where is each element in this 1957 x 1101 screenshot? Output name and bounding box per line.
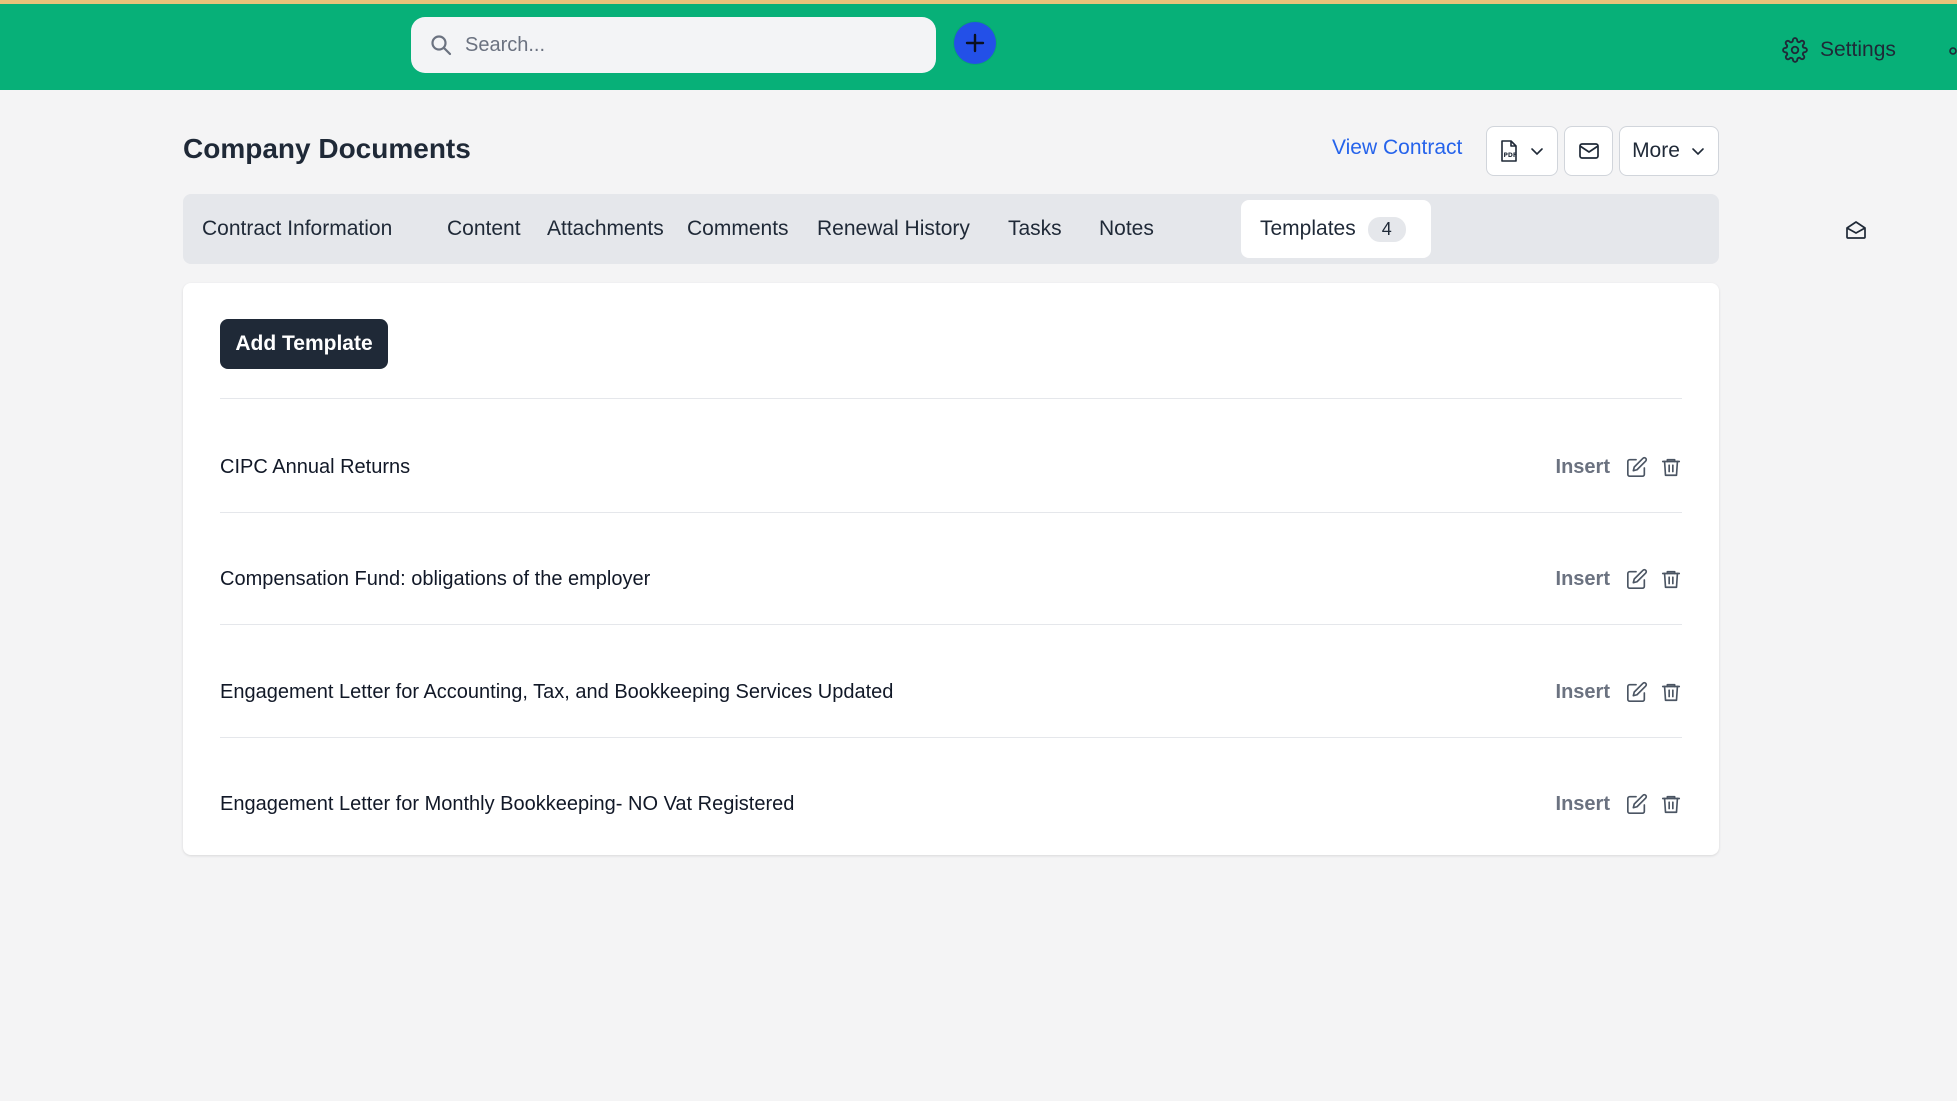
tab-label: Templates	[1260, 217, 1356, 240]
view-contract-link[interactable]: View Contract	[1332, 136, 1462, 160]
plus-icon	[963, 31, 987, 55]
trash-icon[interactable]	[1660, 681, 1682, 703]
templates-panel: Add Template CIPC Annual Returns Insert …	[183, 283, 1719, 855]
row-actions: Insert	[1556, 793, 1682, 816]
svg-text:PDF: PDF	[1504, 152, 1517, 159]
divider	[220, 398, 1682, 399]
search-box[interactable]	[411, 17, 936, 73]
edit-icon[interactable]	[1626, 568, 1648, 590]
pdf-export-dropdown[interactable]: PDF	[1486, 126, 1558, 176]
search-icon	[429, 33, 453, 57]
more-dropdown[interactable]: More	[1619, 126, 1719, 176]
more-label: More	[1632, 139, 1680, 162]
list-item: Engagement Letter for Monthly Bookkeepin…	[220, 748, 1682, 860]
template-title: Compensation Fund: obligations of the em…	[220, 567, 651, 590]
insert-button[interactable]: Insert	[1556, 793, 1610, 816]
tab-templates[interactable]: Templates 4	[1241, 200, 1431, 258]
trash-icon[interactable]	[1660, 793, 1682, 815]
tab-comments[interactable]: Comments	[668, 200, 808, 258]
tab-content[interactable]: Content	[428, 200, 540, 258]
template-title: CIPC Annual Returns	[220, 455, 411, 478]
tab-bar: Contract Information Content Attachments…	[183, 194, 1866, 264]
divider	[220, 737, 1682, 738]
list-item: Engagement Letter for Accounting, Tax, a…	[220, 636, 1682, 748]
partial-icon	[1946, 44, 1957, 58]
top-bar: Settings	[0, 4, 1957, 90]
add-template-button[interactable]: Add Template	[220, 319, 388, 369]
template-title: Engagement Letter for Monthly Bookkeepin…	[220, 792, 795, 815]
insert-button[interactable]: Insert	[1556, 681, 1610, 704]
edit-icon[interactable]	[1626, 456, 1648, 478]
envelope-open-icon[interactable]	[1844, 218, 1868, 242]
list-item: Compensation Fund: obligations of the em…	[220, 523, 1682, 635]
search-input[interactable]	[465, 33, 905, 57]
settings-button[interactable]: Settings	[1782, 34, 1896, 66]
template-title: Engagement Letter for Accounting, Tax, a…	[220, 680, 894, 703]
chevron-down-icon	[1690, 143, 1706, 159]
edit-icon[interactable]	[1626, 681, 1648, 703]
tab-contract-information[interactable]: Contract Information	[183, 200, 411, 258]
tab-tasks[interactable]: Tasks	[989, 200, 1081, 258]
insert-button[interactable]: Insert	[1556, 456, 1610, 479]
gear-icon	[1782, 37, 1808, 63]
page-title: Company Documents	[183, 133, 471, 164]
chevron-down-icon	[1529, 143, 1545, 159]
pdf-file-icon: PDF	[1499, 139, 1519, 163]
list-item: CIPC Annual Returns Insert	[220, 411, 1682, 523]
divider	[220, 512, 1682, 513]
row-actions: Insert	[1556, 568, 1682, 591]
count-badge: 4	[1367, 216, 1406, 242]
row-actions: Insert	[1556, 681, 1682, 704]
row-actions: Insert	[1556, 456, 1682, 479]
mail-icon	[1578, 142, 1600, 160]
email-button[interactable]	[1564, 126, 1613, 176]
tab-notes[interactable]: Notes	[1080, 200, 1173, 258]
tab-renewal-history[interactable]: Renewal History	[798, 200, 989, 258]
tab-attachments[interactable]: Attachments	[528, 200, 683, 258]
trash-icon[interactable]	[1660, 568, 1682, 590]
divider	[220, 624, 1682, 625]
settings-label: Settings	[1820, 38, 1896, 61]
insert-button[interactable]: Insert	[1556, 568, 1610, 591]
trash-icon[interactable]	[1660, 456, 1682, 478]
edit-icon[interactable]	[1626, 793, 1648, 815]
add-new-button[interactable]	[954, 22, 996, 64]
